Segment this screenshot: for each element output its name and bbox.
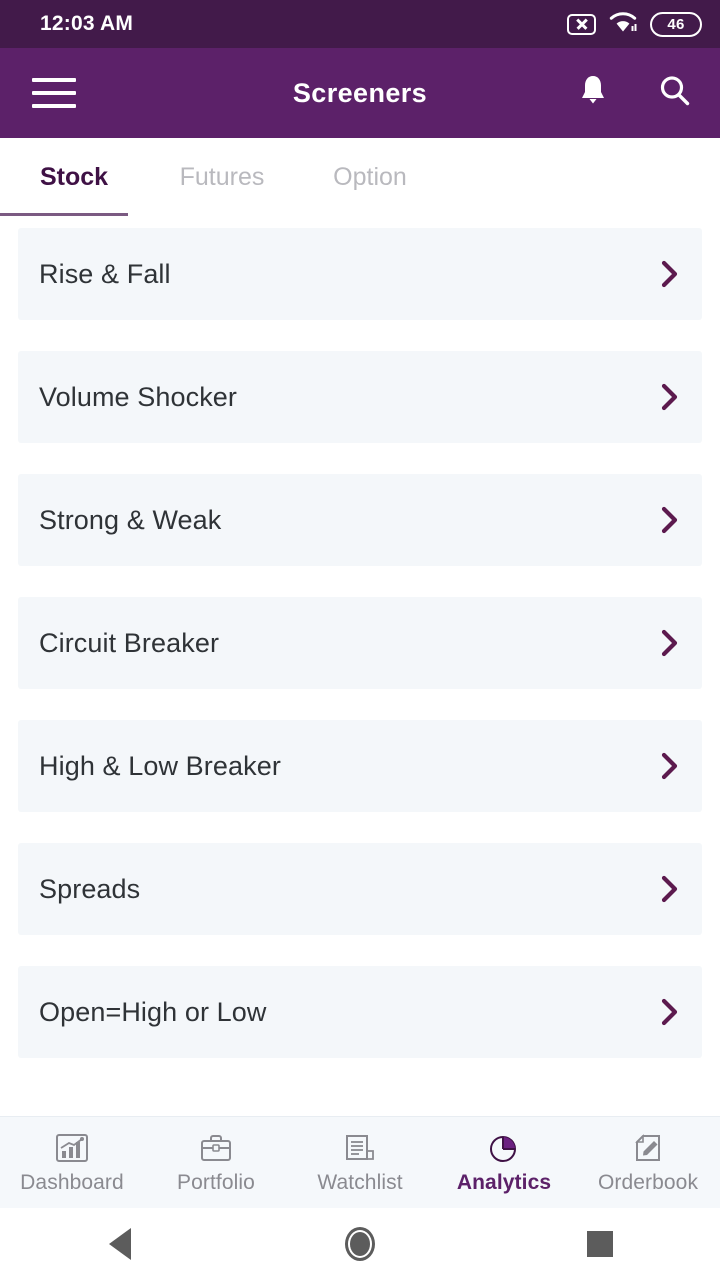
screener-label: Open=High or Low <box>39 996 267 1027</box>
nav-item-orderbook[interactable]: Orderbook <box>576 1131 720 1195</box>
wifi-icon <box>609 11 637 38</box>
chevron-right-icon <box>660 504 680 536</box>
nav-label: Analytics <box>456 1170 552 1194</box>
chevron-right-icon <box>660 873 680 905</box>
status-bar-icons: 46 <box>567 11 702 38</box>
screener-label: Spreads <box>39 873 141 904</box>
triangle-back-icon[interactable] <box>0 1228 240 1260</box>
screener-label: Rise & Fall <box>39 258 171 289</box>
list-item[interactable]: Strong & Weak <box>18 474 702 566</box>
screener-label: Volume Shocker <box>39 381 238 412</box>
battery-level: 46 <box>667 15 685 33</box>
status-bar-clock: 12:03 AM <box>40 12 134 35</box>
tab-option[interactable]: Option <box>296 163 444 192</box>
nav-item-portfolio[interactable]: Portfolio <box>144 1131 288 1195</box>
tab-futures[interactable]: Futures <box>148 163 296 192</box>
chevron-right-icon <box>660 381 680 413</box>
hamburger-line <box>32 104 76 108</box>
chevron-right-icon <box>660 627 680 659</box>
chevron-right-icon <box>660 258 680 290</box>
nav-label: Orderbook <box>597 1170 699 1194</box>
nav-label: Portfolio <box>177 1170 255 1194</box>
bar-chart-icon <box>55 1131 89 1165</box>
chevron-right-icon <box>660 996 680 1028</box>
list-item[interactable]: Volume Shocker <box>18 351 702 443</box>
list-item[interactable]: Circuit Breaker <box>18 597 702 689</box>
hamburger-menu-icon[interactable] <box>32 78 76 108</box>
square-recents-icon[interactable] <box>480 1231 720 1257</box>
hamburger-line <box>32 91 76 95</box>
screener-label: Strong & Weak <box>39 504 222 535</box>
screener-type-tabs: Stock Futures Option <box>0 138 720 216</box>
tab-stock[interactable]: Stock <box>0 163 148 192</box>
status-bar: 12:03 AM 46 <box>0 0 720 48</box>
nav-label: Watchlist <box>317 1170 403 1194</box>
nav-label: Dashboard <box>20 1170 124 1194</box>
list-item[interactable]: Spreads <box>18 843 702 935</box>
list-item[interactable]: High & Low Breaker <box>18 720 702 812</box>
hamburger-line <box>32 78 76 82</box>
list-item[interactable]: Rise & Fall <box>18 228 702 320</box>
search-icon[interactable] <box>658 74 692 113</box>
nav-item-watchlist[interactable]: Watchlist <box>288 1131 432 1195</box>
android-system-nav <box>0 1208 720 1280</box>
bell-icon[interactable] <box>576 73 610 114</box>
screener-label: Circuit Breaker <box>39 627 220 658</box>
briefcase-icon <box>199 1131 233 1165</box>
nav-item-analytics[interactable]: Analytics <box>432 1131 576 1195</box>
app-bar-actions <box>576 73 692 114</box>
tab-active-indicator <box>0 213 128 216</box>
list-document-icon <box>344 1131 376 1165</box>
bottom-navigation-bar: Dashboard Portfolio Watchlist Analytics … <box>0 1116 720 1208</box>
circle-home-icon[interactable] <box>240 1227 480 1261</box>
sim-off-icon <box>567 13 596 35</box>
nav-item-dashboard[interactable]: Dashboard <box>0 1131 144 1195</box>
chevron-right-icon <box>660 750 680 782</box>
pie-chart-icon <box>487 1131 521 1165</box>
screener-label: High & Low Breaker <box>39 750 281 781</box>
document-edit-icon <box>632 1131 664 1165</box>
screener-list: Rise & Fall Volume Shocker Strong & Weak… <box>0 216 720 1113</box>
battery-indicator: 46 <box>650 11 702 37</box>
list-item[interactable]: Open=High or Low <box>18 966 702 1058</box>
app-bar: Screeners <box>0 48 720 138</box>
